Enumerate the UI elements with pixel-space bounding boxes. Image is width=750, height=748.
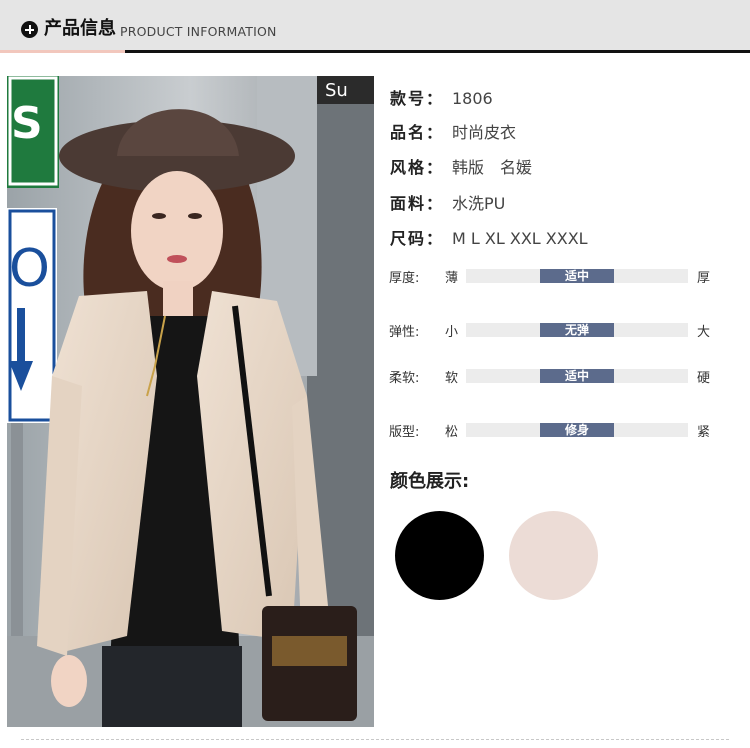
meter-label: 弹性: [389,325,420,340]
header-accent-line [0,50,125,53]
spec-label: 尺码： [390,229,445,248]
meter-track: 无弹 [466,323,688,337]
meter-high-label: 硬 [697,371,711,386]
sign-letter-o: O [9,239,50,299]
spec-value: 韩版 名媛 [452,158,533,177]
meter-low-label: 软 [445,371,459,386]
meter-elasticity: 弹性: 小 无弹 大 [389,320,719,340]
meter-track: 修身 [466,423,688,437]
meter-low-label: 小 [445,325,459,340]
meter-label: 厚度: [389,271,420,286]
spec-value: M L XL XXL XXXL [452,229,588,248]
meter-indicator: 修身 [540,423,614,437]
product-photo: S O Su [7,76,374,727]
meter-label: 柔软: [389,371,420,386]
spec-value: 1806 [452,89,493,108]
meter-high-label: 厚 [697,271,711,286]
spec-value: 时尚皮衣 [452,123,517,142]
color-swatch-black [395,511,484,600]
meter-label: 版型: [389,425,420,440]
meter-track: 适中 [466,369,688,383]
bottom-divider [21,739,729,740]
spec-label: 品名： [390,123,445,142]
section-title-en: PRODUCT INFORMATION [120,24,277,39]
section-title-cn: 产品信息 [44,18,116,39]
meter-indicator: 适中 [540,369,614,383]
colors-title: 颜色展示: [390,471,470,492]
meter-low-label: 薄 [445,271,459,286]
meter-low-label: 松 [445,425,459,440]
sign-letters-su: Su [325,80,348,101]
meter-softness: 柔软: 软 适中 硬 [389,366,719,386]
meter-high-label: 紧 [697,425,711,440]
meter-track: 适中 [466,269,688,283]
spec-label: 款号： [390,89,445,108]
spec-label: 面料： [390,194,445,213]
spec-label: 风格： [390,158,445,177]
meter-indicator: 无弹 [540,323,614,337]
sign-letter-s: S [11,98,43,149]
meter-indicator: 适中 [540,269,614,283]
meter-fit: 版型: 松 修身 紧 [389,420,719,440]
color-swatch-beige [509,511,598,600]
meter-thickness: 厚度: 薄 适中 厚 [389,266,719,286]
spec-value: 水洗PU [452,194,506,213]
meter-high-label: 大 [697,325,711,340]
plus-circle-icon [21,21,38,38]
